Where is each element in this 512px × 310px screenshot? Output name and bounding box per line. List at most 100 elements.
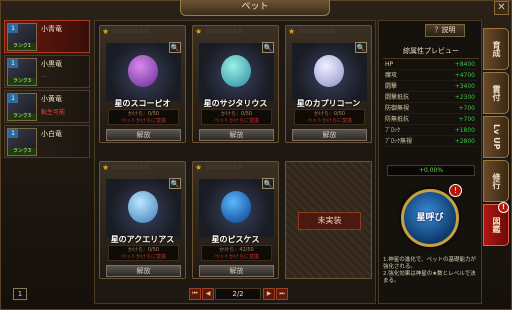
pet-card[interactable]: ★ ☆☆☆☆☆☆☆ 🔍 星のスコーピオ かけら：0/50 ペットかけらに変換 解放 xyxy=(99,25,186,143)
tab-training[interactable]: 育成 xyxy=(483,28,509,70)
stat-value: +700 xyxy=(458,105,475,112)
tab-spirit[interactable]: 霊付 xyxy=(483,72,509,114)
shard-count: かけら：42/50 xyxy=(219,247,254,253)
stat-label: 魔攻 xyxy=(385,72,398,79)
pet-avatar: 1 ランク3 xyxy=(7,128,37,156)
stat-label: ﾌﾞﾛｯｸ無視 xyxy=(385,138,413,145)
pet-card-name: 星のサジタリウス xyxy=(203,99,268,108)
star-rating: ☆☆☆☆☆☆☆ xyxy=(205,27,243,35)
side-tabs: 育成 霊付 Lv UP 修行 図鑑! xyxy=(483,28,509,248)
star-rating: ☆☆☆☆☆☆☆ xyxy=(112,27,150,35)
stat-label: 闘撃抵抗 xyxy=(385,94,410,101)
star-icon: ★ xyxy=(195,27,203,36)
pet-card[interactable]: ★ ☆☆☆☆☆☆☆ 🔍 星のカプリコーン かけら：0/50 ペットかけらに変換 解放 xyxy=(285,25,372,143)
tab-levelup[interactable]: Lv UP xyxy=(483,116,509,158)
pet-card-info: かけら：0/50 ペットかけらに変換 xyxy=(108,245,179,261)
release-button[interactable]: 解放 xyxy=(106,265,181,277)
magnifier-icon[interactable]: 🔍 xyxy=(169,178,181,189)
last-page-button[interactable]: ⏭ xyxy=(276,288,288,300)
pet-rank: ランク1 xyxy=(8,43,36,50)
stat-row: 防無抵抗 +700 xyxy=(385,114,477,125)
stat-row: ﾌﾞﾛｯｸ +1800 xyxy=(385,125,477,136)
stat-value: +8400 xyxy=(454,61,475,68)
help-note: 1.神星の進化で、ペットの基礎能力が強化される。 2.強化効果は神星の★数とレベ… xyxy=(383,257,477,284)
help-button[interactable]: ？説明 xyxy=(425,24,465,37)
pet-rank: ランク3 xyxy=(8,113,36,120)
prev-page-button[interactable]: ◀ xyxy=(202,288,214,300)
stats-panel: ？説明 綜属性プレビュー HP +8400 魔攻 +4700 闘撃 +3400 闘撃抵… xyxy=(378,20,482,304)
progress-bar: +0.00% xyxy=(387,165,475,176)
pet-name: 小白竜 xyxy=(41,130,62,138)
tab-encyclopedia-label: 図鑑 xyxy=(492,217,501,233)
summon-star-button[interactable]: 星呼び ! xyxy=(401,184,462,247)
shard-count: かけら：0/50 xyxy=(313,111,346,117)
convert-note: ペットかけらに変換 xyxy=(213,118,259,124)
release-button[interactable]: 解放 xyxy=(106,129,181,141)
stat-label: 闘撃 xyxy=(385,83,398,90)
pager: ⏮ ◀ 2/2 ▶ ⏭ xyxy=(183,288,293,300)
pet-list-item[interactable]: 1 ランク3 小白竜 xyxy=(4,125,90,158)
alert-badge-icon: ! xyxy=(498,202,509,213)
pet-status: 転生可能 xyxy=(41,109,66,116)
pet-card-info: かけら：42/50 ペットかけらに変換 xyxy=(201,245,272,261)
convert-note: ペットかけらに変換 xyxy=(306,118,352,124)
first-page-button[interactable]: ⏮ xyxy=(189,288,201,300)
stat-value: +2300 xyxy=(454,94,475,101)
stat-label: HP xyxy=(385,61,394,68)
pet-card-info: かけら：0/50 ペットかけらに変換 xyxy=(294,109,365,125)
magnifier-icon[interactable]: 🔍 xyxy=(355,42,367,53)
stat-row: 防御無視 +700 xyxy=(385,103,477,114)
stat-value: +4700 xyxy=(454,72,475,79)
magnifier-icon[interactable]: 🔍 xyxy=(262,42,274,53)
release-button[interactable]: 解放 xyxy=(292,129,367,141)
pet-card[interactable]: ★ ☆☆☆☆☆☆☆ 🔍 星のピスケス かけら：42/50 ペットかけらに変換 解放 xyxy=(192,161,279,279)
stat-label: ﾌﾞﾛｯｸ xyxy=(385,127,401,134)
close-button[interactable]: ✕ xyxy=(494,1,509,15)
tab-practice[interactable]: 修行 xyxy=(483,160,509,202)
star-icon: ★ xyxy=(195,163,203,172)
pet-rank: ランク3 xyxy=(8,78,36,85)
pet-level: 1 xyxy=(8,129,18,138)
page-indicator: 2/2 xyxy=(215,288,261,300)
list-page-number[interactable]: 1 xyxy=(13,288,27,300)
pet-card-name: 星のアクエリアス xyxy=(110,235,175,244)
pet-card[interactable]: ★ ☆☆☆☆☆☆☆ 🔍 星のアクエリアス かけら：0/50 ペットかけらに変換 解放 xyxy=(99,161,186,279)
star-rating: ☆☆☆☆☆☆☆ xyxy=(298,27,336,35)
star-icon: ★ xyxy=(288,27,296,36)
pet-card-name: 星のスコーピオ xyxy=(114,99,171,108)
pet-list-item[interactable]: 1 ランク3 小黄竜 転生可能 xyxy=(4,90,90,123)
stats-list: HP +8400 魔攻 +4700 闘撃 +3400 闘撃抵抗 +2300 防御無視 +7… xyxy=(385,59,477,147)
stat-label: 防無抵抗 xyxy=(385,116,410,123)
pet-list-item[interactable]: 1 ランク1 小青竜 xyxy=(4,20,90,53)
star-rating: ☆☆☆☆☆☆☆ xyxy=(205,163,243,171)
stat-value: +3400 xyxy=(454,83,475,90)
star-icon: ★ xyxy=(102,163,110,172)
magnifier-icon[interactable]: 🔍 xyxy=(262,178,274,189)
stat-value: +1800 xyxy=(454,127,475,134)
pet-grid: ★ ☆☆☆☆☆☆☆ 🔍 星のスコーピオ かけら：0/50 ペットかけらに変換 解放 … xyxy=(94,20,376,304)
pet-avatar: 1 ランク3 xyxy=(7,58,37,86)
alert-badge-icon: ! xyxy=(449,184,462,197)
window-title: ペット xyxy=(180,0,330,16)
magnifier-icon[interactable]: 🔍 xyxy=(169,42,181,53)
convert-note: ペットかけらに変換 xyxy=(120,254,166,260)
stat-label: 防御無視 xyxy=(385,105,410,112)
release-button[interactable]: 解放 xyxy=(199,129,274,141)
pet-list-item[interactable]: 1 ランク3 小黒竜 ... xyxy=(4,55,90,88)
pet-card-info: かけら：0/50 ペットかけらに変換 xyxy=(201,109,272,125)
tab-encyclopedia[interactable]: 図鑑! xyxy=(483,202,509,246)
pet-status: ... xyxy=(41,72,47,79)
pet-avatar: 1 ランク3 xyxy=(7,93,37,121)
pet-level: 1 xyxy=(8,59,18,68)
pet-card[interactable]: ★ ☆☆☆☆☆☆☆ 🔍 星のサジタリウス かけら：0/50 ペットかけらに変換 解放 xyxy=(192,25,279,143)
pet-card-name: 星のピスケス xyxy=(211,235,260,244)
next-page-button[interactable]: ▶ xyxy=(263,288,275,300)
star-icon: ★ xyxy=(102,27,110,36)
pet-name: 小黒竜 xyxy=(41,60,62,68)
convert-note: ペットかけらに変換 xyxy=(213,254,259,260)
pet-level: 1 xyxy=(8,94,18,103)
release-button[interactable]: 解放 xyxy=(199,265,274,277)
unimplemented-label: 未実装 xyxy=(298,212,361,230)
shard-count: かけら：0/50 xyxy=(127,247,160,253)
star-rating: ☆☆☆☆☆☆☆ xyxy=(112,163,150,171)
